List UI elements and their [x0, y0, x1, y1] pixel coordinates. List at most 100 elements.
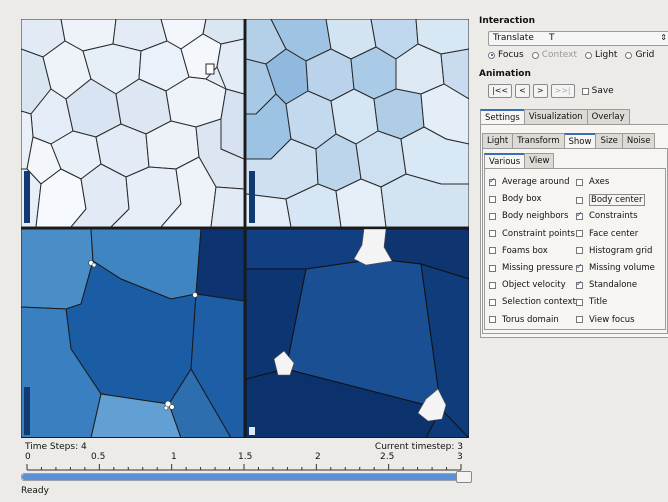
checkbox-icon: [489, 316, 496, 324]
option-foams-box[interactable]: Foams box: [489, 246, 548, 256]
radio-grid[interactable]: Grid: [625, 50, 654, 60]
radio-dot-icon: [488, 51, 495, 59]
option-title[interactable]: Title: [576, 297, 607, 307]
option-missing-pressure[interactable]: Missing pressure: [489, 263, 573, 273]
option-label: Constraint points: [502, 228, 575, 239]
timeline: Time Steps: 4 Current timestep: 3 0 0.5 …: [21, 438, 472, 488]
option-label: Missing pressure: [502, 263, 574, 273]
checked-checkbox-icon: [576, 279, 583, 289]
option-axes[interactable]: Axes: [576, 177, 609, 187]
radio-focus[interactable]: Focus: [488, 50, 524, 60]
radio-label: Light: [594, 50, 618, 60]
radio-dot-icon: [584, 51, 592, 59]
viewport-bottom-left[interactable]: [21, 229, 244, 437]
checkbox-icon: [576, 196, 583, 204]
checkbox-icon: [581, 87, 589, 95]
checkbox-icon: [489, 247, 496, 255]
option-torus-domain[interactable]: Torus domain: [489, 315, 559, 325]
tab-settings[interactable]: Settings: [480, 109, 525, 124]
option-missing-volume[interactable]: Missing volume: [576, 262, 655, 273]
option-label: Foams box: [502, 245, 548, 256]
tab-various[interactable]: Various: [484, 153, 526, 168]
foam-cells-bottom-right: [246, 229, 469, 437]
tab-view[interactable]: View: [524, 153, 555, 168]
radio-dot-icon: [531, 51, 539, 59]
option-label: Torus domain: [502, 314, 559, 325]
checkbox-icon: [576, 230, 583, 238]
option-label: View focus: [589, 314, 635, 325]
interaction-title: Interaction: [479, 16, 535, 26]
checked-checkbox-icon: [489, 176, 496, 186]
checked-checkbox-icon: [576, 210, 583, 220]
interaction-mode-select[interactable]: Translate T ⇕: [488, 31, 668, 46]
tab-visualization[interactable]: Visualization: [523, 109, 588, 124]
option-average-around[interactable]: Average around: [489, 176, 570, 187]
option-constraint-points[interactable]: Constraint points: [489, 229, 575, 239]
checkbox-icon: [576, 316, 583, 324]
checkbox-icon: [489, 298, 496, 306]
visualization-area[interactable]: [21, 19, 469, 438]
option-label: Body box: [502, 194, 542, 205]
checkbox-icon: [489, 230, 496, 238]
checked-checkbox-icon: [576, 262, 583, 272]
checkbox-icon: [489, 264, 496, 272]
option-standalone[interactable]: Standalone: [576, 279, 637, 290]
timestep-slider[interactable]: [21, 471, 472, 483]
option-label: Body center: [589, 194, 645, 207]
option-label: Axes: [589, 177, 610, 187]
control-panel: Interaction Translate T ⇕ Focus Context …: [478, 10, 668, 490]
option-view-focus[interactable]: View focus: [576, 315, 635, 325]
option-object-velocity[interactable]: Object velocity: [489, 280, 566, 290]
radio-label: Focus: [498, 50, 524, 60]
first-frame-button[interactable]: |<<: [488, 84, 513, 98]
animation-controls: |<< < > >>| Save: [488, 84, 614, 98]
prev-frame-button[interactable]: <: [515, 84, 530, 98]
option-body-center[interactable]: Body center: [576, 194, 645, 207]
tab-size[interactable]: Size: [595, 133, 623, 148]
tick-marks: [26, 464, 462, 471]
interaction-radios: Focus Context Light Grid: [488, 50, 654, 60]
checkbox-icon: [489, 195, 496, 203]
option-histogram-grid[interactable]: Histogram grid: [576, 246, 652, 256]
mode-value: Translate: [493, 33, 534, 43]
option-constraints[interactable]: Constraints: [576, 210, 638, 221]
radio-label: Grid: [635, 50, 655, 60]
foam-cells-bottom-left: [21, 229, 244, 437]
updown-arrow-icon: ⇕: [660, 33, 667, 42]
checkbox-icon: [489, 212, 496, 220]
tab-transform[interactable]: Transform: [512, 133, 565, 148]
viewport-bottom-right[interactable]: [246, 229, 469, 437]
next-frame-button[interactable]: >: [532, 84, 548, 98]
show-sub-tabs: Various View: [484, 153, 555, 168]
option-label: Selection context: [502, 297, 576, 308]
option-selection-context[interactable]: Selection context: [489, 297, 576, 307]
option-face-center[interactable]: Face center: [576, 229, 638, 239]
radio-light[interactable]: Light: [584, 50, 618, 60]
option-body-neighbors[interactable]: Body neighbors: [489, 211, 568, 221]
slider-handle[interactable]: [456, 471, 472, 483]
checkbox-icon: [576, 298, 583, 306]
tab-noise[interactable]: Noise: [621, 133, 656, 148]
option-body-box[interactable]: Body box: [489, 194, 542, 204]
radio-context[interactable]: Context: [531, 50, 577, 60]
radio-dot-icon: [625, 51, 633, 59]
foam-cells-top-right: [246, 19, 469, 227]
mode-key: T: [549, 33, 555, 43]
foam-cells-top-left: [21, 19, 244, 227]
viewport-top-left[interactable]: [21, 19, 244, 227]
option-label: Face center: [589, 228, 639, 239]
last-frame-button[interactable]: >>|: [550, 84, 575, 98]
tab-overlay[interactable]: Overlay: [586, 109, 630, 124]
checkbox-icon: [489, 281, 496, 289]
tab-light[interactable]: Light: [482, 133, 514, 148]
save-checkbox[interactable]: Save: [581, 86, 614, 96]
option-label: Body neighbors: [502, 211, 569, 222]
checkbox-icon: [576, 247, 583, 255]
option-label: Object velocity: [502, 280, 566, 291]
checkbox-icon: [576, 178, 583, 186]
viewport-top-right[interactable]: [246, 19, 469, 227]
option-label: Average around: [502, 177, 570, 187]
tab-show[interactable]: Show: [563, 133, 597, 148]
status-bar: Ready: [21, 486, 49, 496]
slider-fill: [22, 474, 464, 480]
